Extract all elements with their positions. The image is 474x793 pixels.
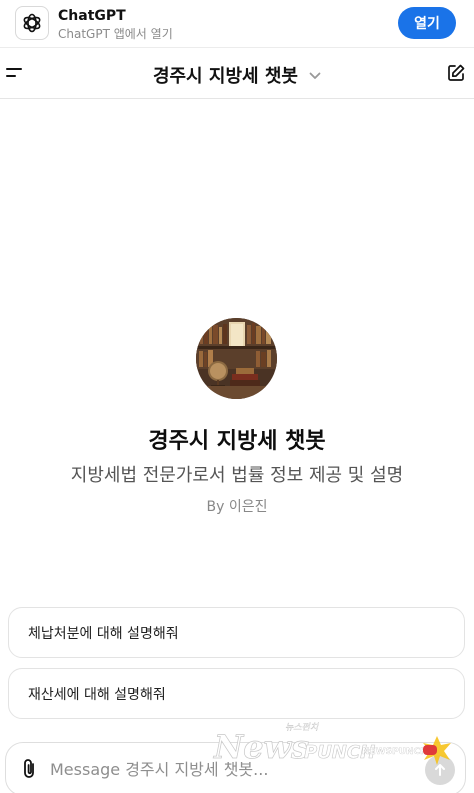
message-composer	[5, 742, 466, 793]
chevron-down-icon	[309, 72, 321, 79]
gpt-name: 경주시 지방세 챗봇	[148, 429, 326, 454]
page-title: 경주시 지방세 챗봇	[152, 66, 298, 87]
app-name: ChatGPT	[58, 8, 126, 24]
open-app-button[interactable]: 열기	[398, 7, 456, 39]
send-button[interactable]	[425, 755, 455, 785]
watermark-small-text: 뉴스펀치	[285, 722, 319, 733]
suggestion-button[interactable]: 체납처분에 대해 설명해줘	[8, 607, 465, 658]
title-dropdown[interactable]: 경주시 지방세 챗봇	[0, 62, 474, 88]
openai-logo-icon[interactable]	[15, 6, 49, 40]
chat-header: 경주시 지방세 챗봇	[0, 49, 474, 99]
message-input[interactable]	[50, 753, 420, 785]
edit-icon[interactable]	[446, 63, 466, 83]
app-subtitle: ChatGPT 앱에서 열기	[58, 27, 173, 41]
send-icon	[435, 764, 445, 776]
library-avatar	[196, 318, 277, 399]
paperclip-icon[interactable]	[19, 757, 39, 781]
app-banner: ChatGPT ChatGPT 앱에서 열기 열기	[0, 0, 474, 48]
suggestion-button[interactable]: 재산세에 대해 설명해줘	[8, 668, 465, 719]
gpt-author: By 이은진	[206, 499, 268, 515]
gpt-description: 지방세법 전문가로서 법률 정보 제공 및 설명	[70, 465, 404, 486]
